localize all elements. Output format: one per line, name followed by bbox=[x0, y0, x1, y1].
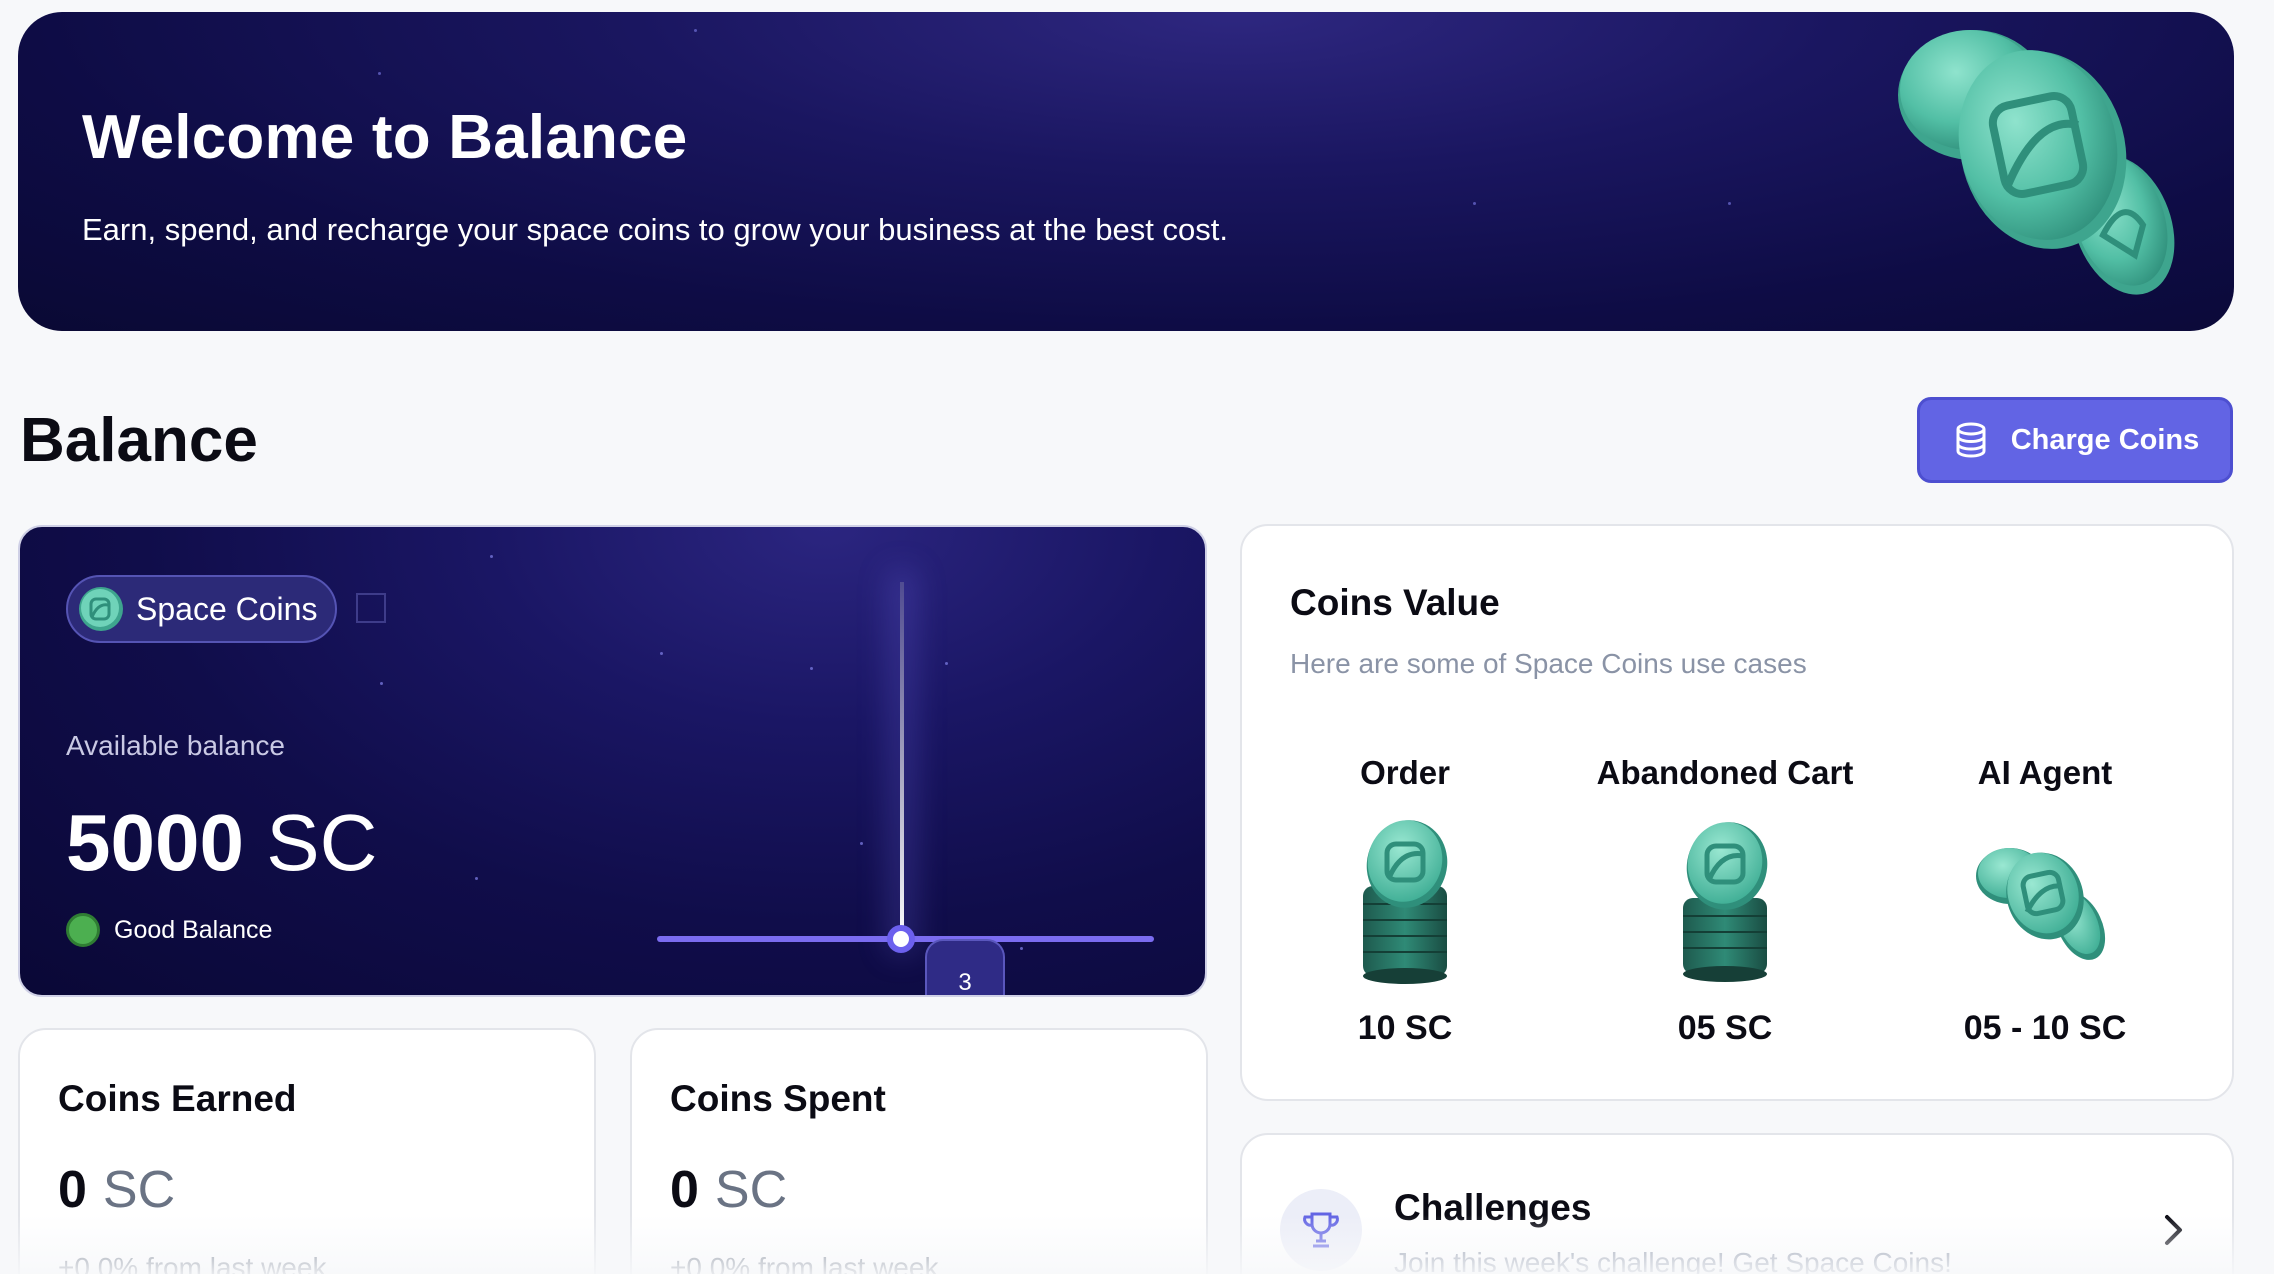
chevron-right-icon[interactable] bbox=[2148, 1205, 2198, 1255]
balance-amount: 5000 bbox=[66, 798, 244, 887]
currency-selector[interactable]: Space Coins bbox=[66, 575, 338, 643]
charge-coins-button[interactable]: Charge Coins bbox=[1917, 397, 2233, 483]
challenges-subtitle: Join this week's challenge! Get Space Co… bbox=[1394, 1247, 1952, 1274]
use-case-ai-agent: AI Agent 05 - 10 SC bbox=[1885, 754, 2205, 1048]
balance-unit: SC bbox=[266, 798, 378, 887]
use-case-cost: 10 SC bbox=[1357, 1009, 1453, 1047]
coins-spent-unit: SC bbox=[714, 1161, 788, 1219]
use-case-order: Order 10 SC bbox=[1245, 754, 1565, 1048]
challenges-card[interactable]: Challenges Join this week's challenge! G… bbox=[1240, 1133, 2234, 1274]
use-case-label: Abandoned Cart bbox=[1596, 754, 1854, 791]
coins-spent-change: +0.0% from last week bbox=[670, 1252, 939, 1274]
currency-label: Space Coins bbox=[136, 590, 318, 627]
coins-earned-value: 0 SC bbox=[58, 1160, 175, 1220]
coins-spent-value: 0 SC bbox=[670, 1160, 787, 1220]
coins-value-card: Coins Value Here are some of Space Coins… bbox=[1240, 524, 2234, 1101]
coins-value-title: Coins Value bbox=[1290, 582, 1500, 623]
coins-illustration bbox=[1898, 30, 2175, 295]
coin-pair-icon bbox=[1976, 848, 2106, 960]
coins-value-subtitle: Here are some of Space Coins use cases bbox=[1290, 648, 1807, 679]
challenges-title: Challenges bbox=[1394, 1187, 1592, 1228]
coins-earned-change: +0.0% from last week bbox=[58, 1252, 327, 1274]
balance-status: Good Balance bbox=[66, 913, 272, 947]
use-case-abandoned-cart: Abandoned Cart 05 SC bbox=[1565, 754, 1885, 1048]
currency-checkbox[interactable] bbox=[356, 593, 386, 623]
use-case-cost: 05 SC bbox=[1677, 1009, 1773, 1047]
slider-value-tab[interactable]: 3 bbox=[925, 939, 1005, 995]
slider-indicator-beam bbox=[900, 582, 904, 942]
status-dot-icon bbox=[66, 913, 100, 947]
coins-earned-amount: 0 bbox=[58, 1161, 87, 1219]
space-coins-card: Space Coins Available balance 5000 SC Go… bbox=[18, 525, 1207, 997]
welcome-banner: Welcome to Balance Earn, spend, and rech… bbox=[18, 12, 2234, 331]
trophy-icon bbox=[1303, 1212, 1339, 1248]
coins-earned-title: Coins Earned bbox=[58, 1078, 297, 1119]
use-case-label: AI Agent bbox=[1977, 754, 2113, 791]
use-case-cost: 05 - 10 SC bbox=[1963, 1009, 2127, 1047]
coins-earned-card: Coins Earned 0 SC +0.0% from last week bbox=[18, 1028, 596, 1274]
available-balance-label: Available balance bbox=[66, 730, 285, 761]
coins-spent-amount: 0 bbox=[670, 1161, 699, 1219]
coins-earned-unit: SC bbox=[102, 1161, 176, 1219]
coin-stack-icon bbox=[1363, 820, 1448, 984]
use-case-label: Order bbox=[1360, 754, 1450, 791]
welcome-title: Welcome to Balance bbox=[82, 103, 688, 172]
balance-slider-thumb[interactable] bbox=[887, 925, 915, 953]
coin-stack-icon bbox=[1683, 822, 1768, 982]
available-balance-value: 5000 SC bbox=[66, 797, 377, 889]
coins-spent-title: Coins Spent bbox=[670, 1078, 886, 1119]
welcome-subtitle: Earn, spend, and recharge your space coi… bbox=[82, 212, 1228, 247]
database-icon bbox=[1956, 422, 1986, 458]
space-coin-icon bbox=[79, 587, 123, 631]
trophy-icon-wrapper bbox=[1280, 1189, 1362, 1271]
balance-status-text: Good Balance bbox=[114, 915, 273, 944]
page-title: Balance bbox=[20, 406, 258, 475]
charge-coins-label: Charge Coins bbox=[2010, 423, 2200, 456]
coins-spent-card: Coins Spent 0 SC +0.0% from last week bbox=[630, 1028, 1208, 1274]
